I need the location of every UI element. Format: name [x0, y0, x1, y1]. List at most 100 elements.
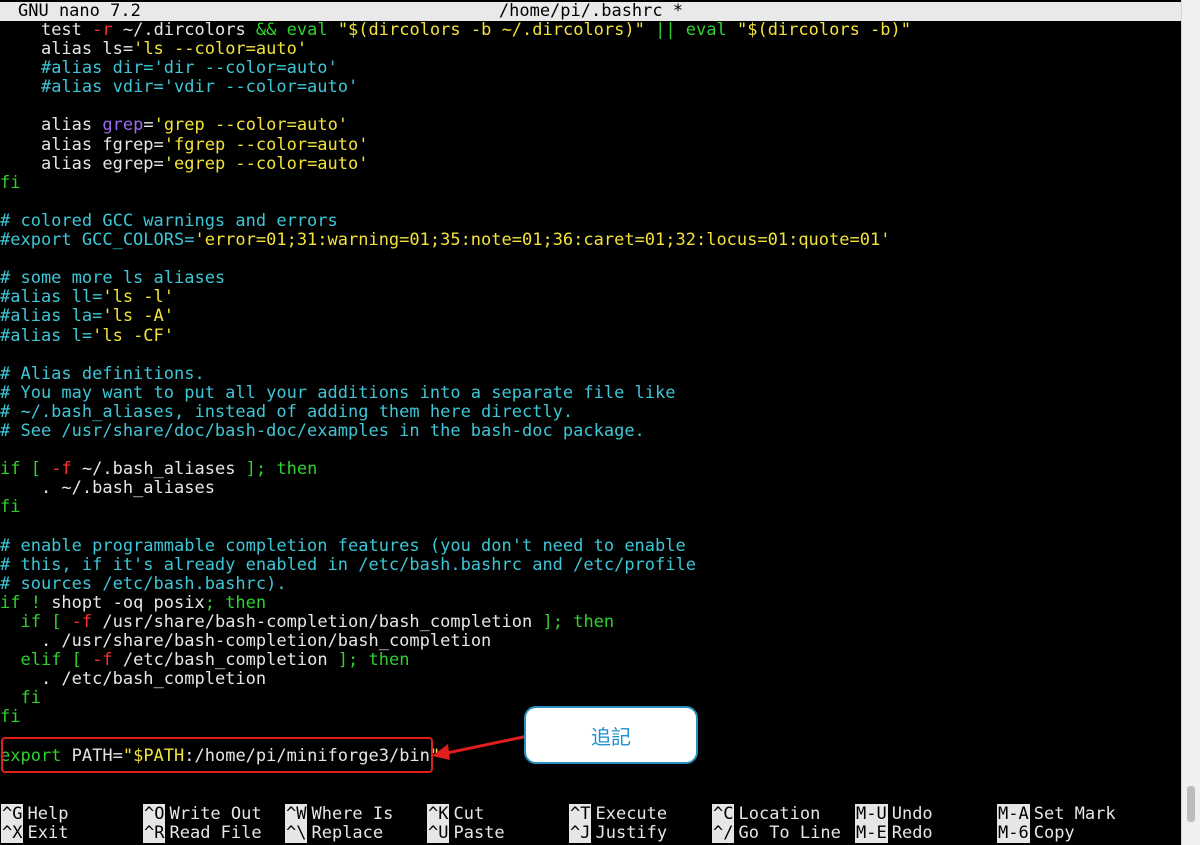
code-line: # some more ls aliases: [0, 269, 1182, 288]
code-line: fi: [0, 173, 1182, 193]
code-token: 'ls -l': [102, 287, 175, 308]
shortcut-label: Where Is: [311, 804, 394, 824]
code-token: -f: [71, 611, 93, 632]
callout-label: 追記: [591, 724, 631, 749]
code-token: 'error=01;31:warning=01;35:note=01;36:ca…: [194, 230, 891, 251]
shortcut-key: M-A: [997, 804, 1030, 824]
shortcut-key: ^T: [569, 804, 592, 824]
code-token: test: [40, 20, 93, 40]
shortcut-label: Undo: [891, 804, 933, 824]
code-token: ]; then: [245, 459, 318, 480]
code-token: /usr/share/bash-completion/bash_completi…: [92, 611, 543, 632]
shortcut-item[interactable]: ^U Paste: [427, 823, 505, 843]
shortcut-item[interactable]: M-6 Copy: [997, 823, 1075, 843]
code-token: ~/.dircolors: [112, 20, 256, 40]
code-token: # You may want to put all your additions…: [0, 382, 676, 403]
code-token: # colored GCC warnings and errors: [0, 210, 338, 231]
shortcut-key: ^K: [427, 804, 450, 824]
code-line: # sources /etc/bash.bashrc).: [0, 573, 1182, 594]
code-token: 'grep --color=auto': [153, 115, 349, 136]
shortcut-item[interactable]: ^X Exit: [1, 823, 69, 843]
code-token: #alias la=: [0, 306, 103, 327]
code-line: alias egrep='egrep --color=auto': [0, 154, 1182, 174]
code-line: #alias l='ls -CF': [0, 325, 1182, 346]
code-line: # See /usr/share/doc/bash-doc/examples i…: [0, 420, 1182, 441]
shortcut-item[interactable]: ^\ Replace: [285, 823, 384, 843]
shortcut-item[interactable]: ^G Help: [1, 804, 68, 824]
shortcut-item[interactable]: M-A Set Mark: [997, 804, 1116, 824]
shortcut-label: Exit: [27, 823, 69, 843]
shortcut-item[interactable]: ^C Location: [712, 804, 820, 824]
code-token: alias fgrep=: [40, 134, 164, 155]
code-line: # ~/.bash_aliases, instead of adding the…: [0, 401, 1182, 422]
added-line-highlight: [1, 737, 433, 773]
shortcut-item[interactable]: ^W Where Is: [285, 804, 394, 824]
shortcut-bar: ^G Help ^O Write Out ^W Where Is ^K Cut ^T Execut…: [0, 804, 1182, 845]
code-token: #export GCC_COLORS=: [0, 230, 195, 251]
code-token: -f: [51, 459, 72, 480]
code-line: if [ -f /usr/share/bash-completion/bash_…: [0, 611, 1182, 632]
code-token: 'ls --color=auto': [133, 39, 308, 60]
shortcut-item[interactable]: ^K Cut: [427, 804, 484, 824]
shortcut-item[interactable]: ^O Write Out: [143, 804, 262, 824]
scrollbar-thumb[interactable]: [1187, 786, 1195, 822]
code-line: # You may want to put all your additions…: [0, 382, 1182, 403]
code-token: #alias l=: [0, 325, 93, 346]
code-token: # Alias definitions.: [0, 363, 205, 384]
code-line: #export GCC_COLORS='error=01;31:warning=…: [0, 230, 1182, 251]
code-line: alias grep='grep --color=auto': [0, 116, 1182, 135]
editor-text-area[interactable]: test -r ~/.dircolors && eval "$(dircolor…: [0, 20, 1182, 766]
code-token: if [: [20, 611, 72, 632]
shortcut-key: ^\: [285, 823, 308, 843]
code-token: ; then: [204, 592, 267, 613]
code-token: ]; then: [542, 611, 615, 632]
shortcut-label: Replace: [311, 823, 384, 843]
shortcut-label: Go To Line: [738, 823, 841, 843]
shortcut-item[interactable]: ^R Read File: [143, 823, 262, 843]
shortcut-key: ^R: [143, 823, 166, 843]
shortcut-item[interactable]: ^T Execute: [569, 804, 667, 824]
shortcut-item[interactable]: ^J Justify: [569, 823, 667, 843]
callout-bubble: 追記: [524, 706, 698, 764]
code-line: #alias vdir='vdir --color=auto': [0, 78, 1182, 97]
code-line: alias ls='ls --color=auto': [0, 40, 1182, 59]
shortcut-key: ^C: [712, 804, 735, 824]
code-token: ~/.bash_aliases: [71, 459, 246, 480]
shortcut-item[interactable]: ^/Go To Line: [712, 823, 841, 843]
file-title: /home/pi/.bashrc *: [498, 1, 684, 21]
shortcut-key: ^G: [1, 804, 24, 824]
code-token: # See /usr/share/doc/bash-doc/examples i…: [0, 420, 645, 441]
shortcut-item[interactable]: M-E Redo: [855, 823, 933, 843]
code-token: shopt -oq posix: [51, 592, 205, 613]
shortcut-key: ^U: [427, 823, 450, 843]
code-token: #alias dir='dir --color=auto': [40, 58, 338, 79]
code-line: if ! shopt -oq posix; then: [0, 592, 1182, 613]
code-token: alias ls=: [40, 39, 134, 60]
code-token: # sources /etc/bash.bashrc).: [0, 573, 287, 594]
scrollbar[interactable]: [1181, 0, 1200, 845]
code-line: #alias la='ls -A': [0, 307, 1182, 326]
shortcut-key: ^J: [569, 823, 592, 843]
code-token: # ~/.bash_aliases, instead of adding the…: [0, 401, 574, 422]
code-token: ]; then: [337, 650, 410, 671]
code-line: elif [ -f /etc/bash_completion ]; then: [0, 651, 1182, 670]
code-line: # enable programmable completion feature…: [0, 536, 1182, 556]
shortcut-item[interactable]: M-U Undo: [855, 804, 933, 824]
code-line: alias fgrep='fgrep --color=auto': [0, 134, 1182, 155]
shortcut-key: ^X: [1, 823, 24, 843]
code-token: # some more ls aliases: [0, 268, 226, 289]
code-token: -f: [92, 650, 113, 671]
code-token: #alias ll=: [0, 287, 103, 308]
code-token: fi: [0, 497, 21, 518]
shortcut-label: Paste: [453, 823, 505, 843]
